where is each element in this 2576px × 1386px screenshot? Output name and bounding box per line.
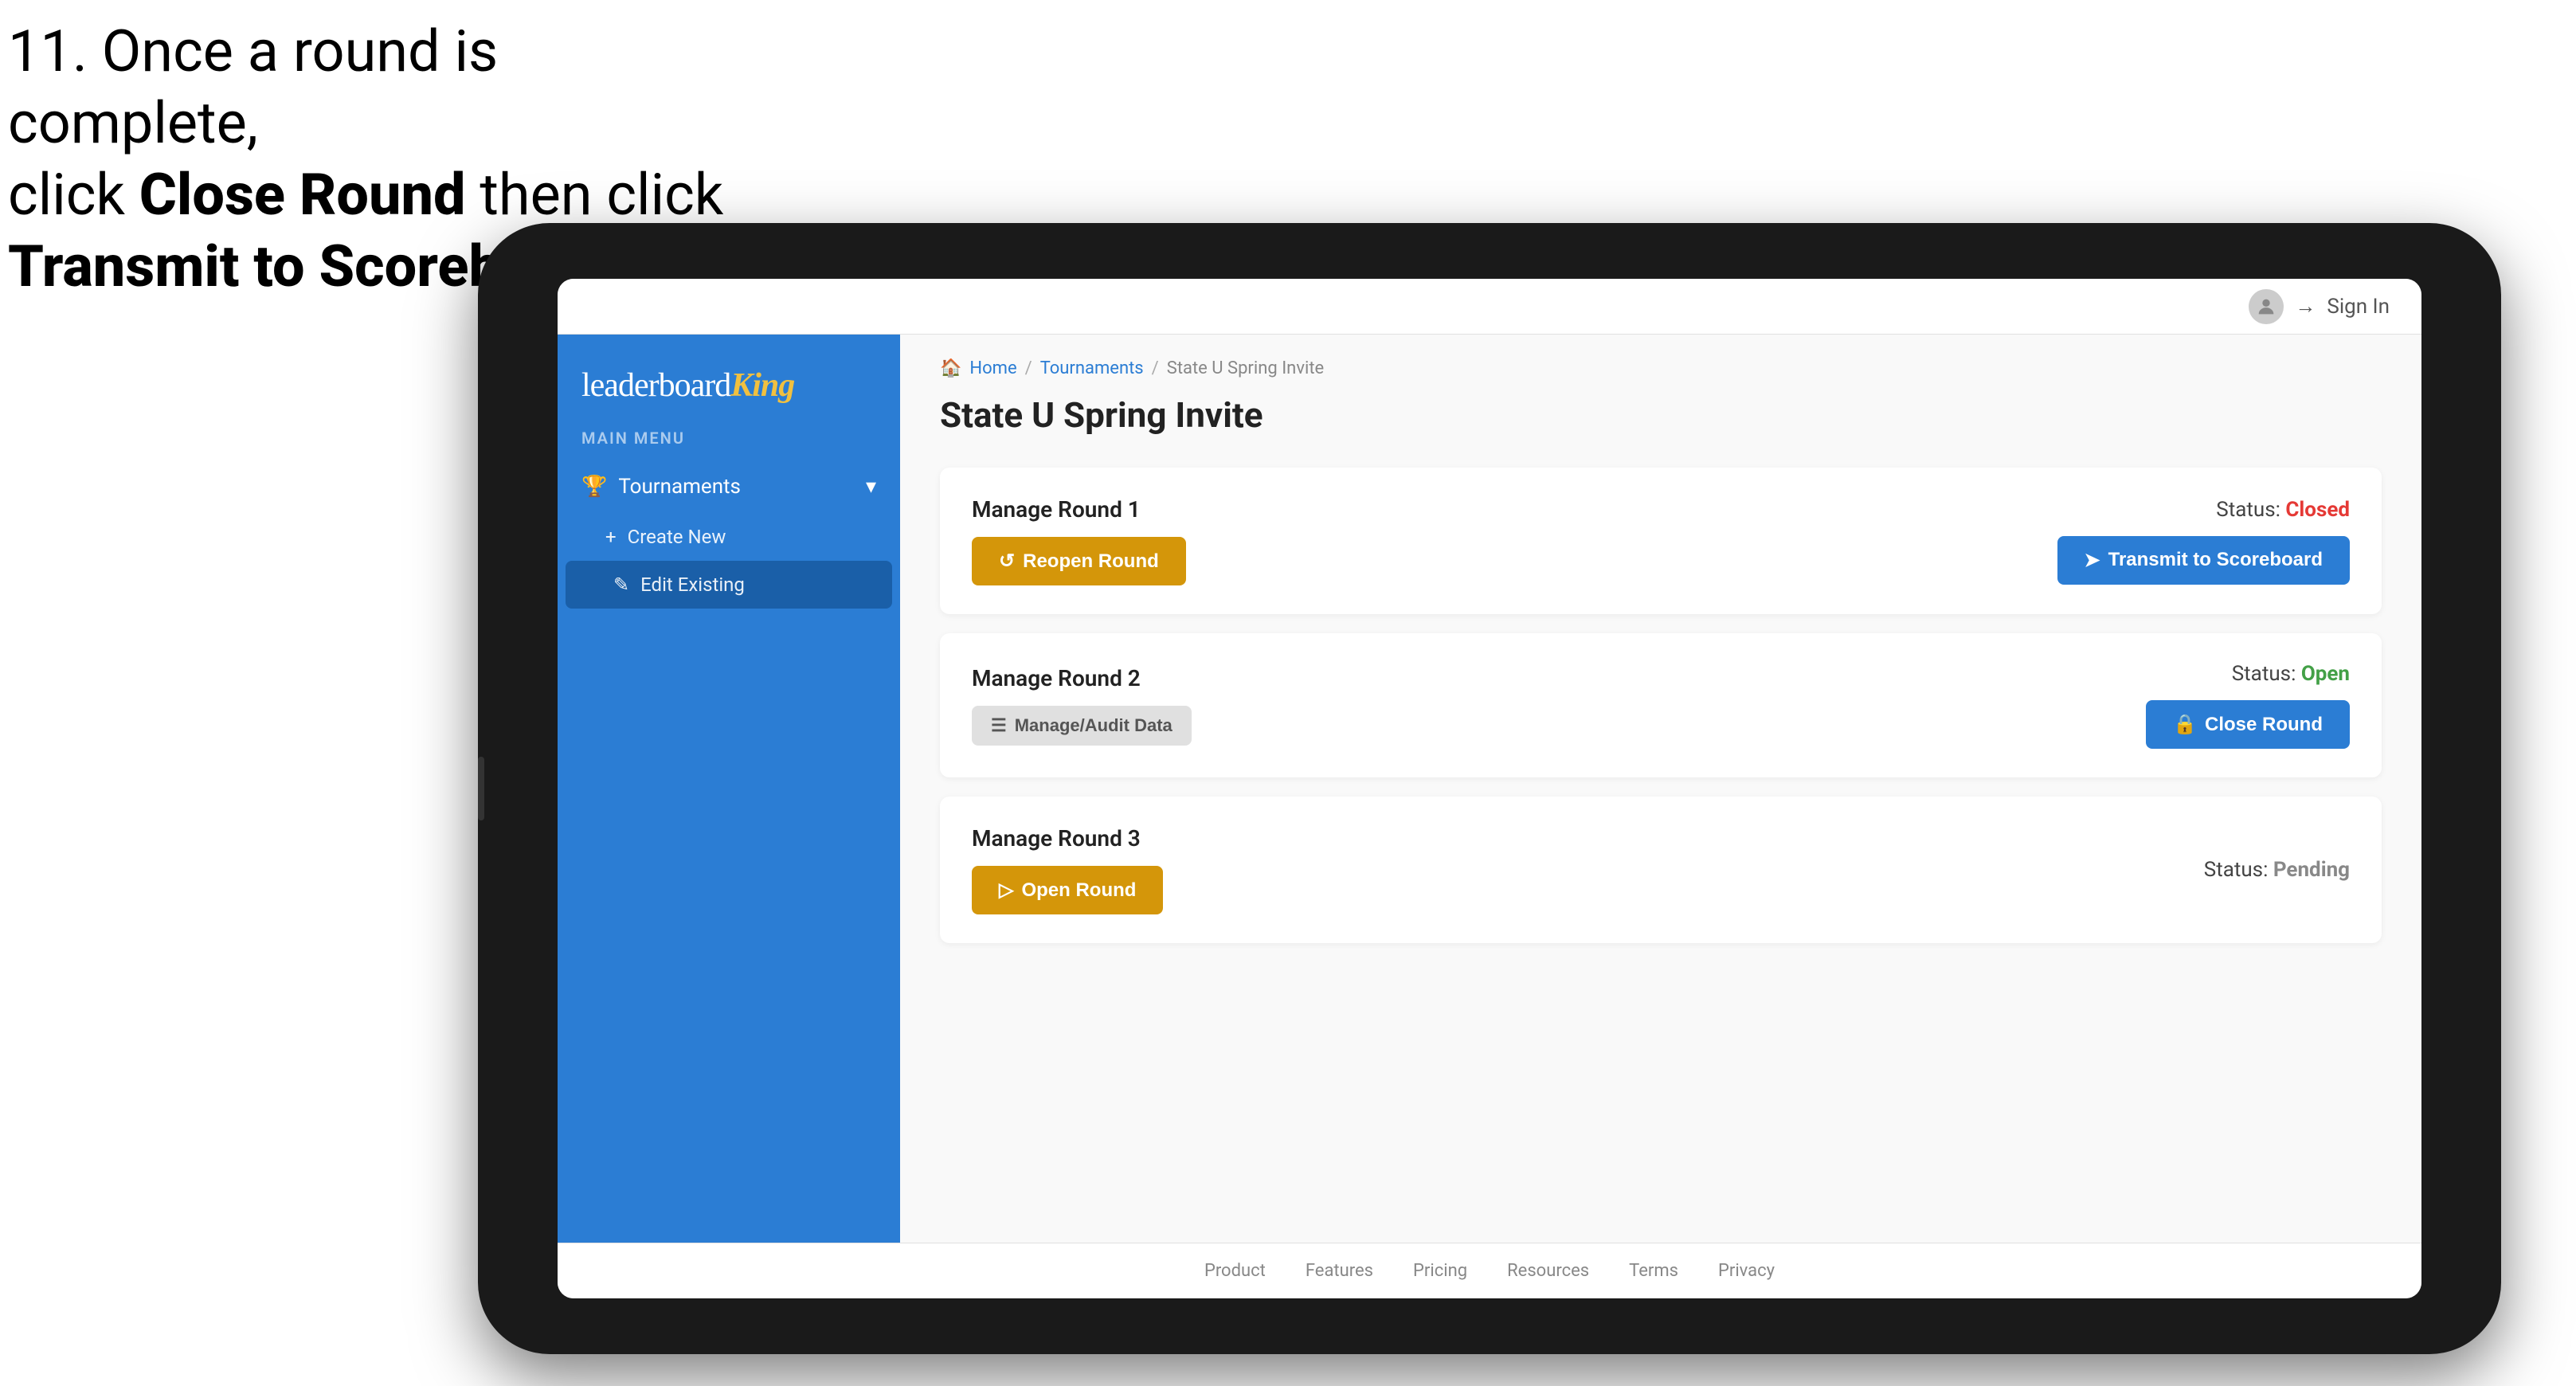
reopen-round-button[interactable]: ↺ Reopen Round xyxy=(972,537,1186,585)
round-1-status-value: Closed xyxy=(2285,498,2350,522)
round-2-left: Manage Round 2 ☰ Manage/Audit Data xyxy=(972,665,1192,746)
open-round-button[interactable]: ▷ Open Round xyxy=(972,866,1163,914)
top-nav: → Sign In xyxy=(558,279,2421,335)
breadcrumb-sep1: / xyxy=(1025,358,1032,378)
footer-features[interactable]: Features xyxy=(1306,1261,1373,1281)
instruction-line1: 11. Once a round is complete, xyxy=(8,18,498,157)
reopen-round-label: Reopen Round xyxy=(1023,550,1159,573)
sidebar-logo: leaderboardKing xyxy=(558,350,900,429)
breadcrumb-current: State U Spring Invite xyxy=(1167,358,1324,378)
manage-audit-label: Manage/Audit Data xyxy=(1015,715,1173,736)
round-2-card: Manage Round 2 ☰ Manage/Audit Data Statu… xyxy=(940,633,2382,777)
plus-icon: + xyxy=(605,526,617,548)
close-icon: 🔒 xyxy=(2173,713,2197,736)
chevron-down-icon: ▾ xyxy=(866,475,876,499)
footer-resources[interactable]: Resources xyxy=(1507,1261,1589,1281)
sidebar: leaderboardKing MAIN MENU 🏆 Tournaments … xyxy=(558,335,900,1243)
main-menu-label: MAIN MENU xyxy=(558,429,900,460)
sign-in-icon: → xyxy=(2295,294,2316,319)
page-content: 🏠 Home / Tournaments / State U Spring In… xyxy=(900,335,2421,1243)
sidebar-item-left: 🏆 Tournaments xyxy=(581,475,741,499)
breadcrumb: 🏠 Home / Tournaments / State U Spring In… xyxy=(940,358,2382,378)
close-round-label: Close Round xyxy=(2205,714,2323,736)
open-icon: ▷ xyxy=(999,879,1013,902)
logo-leaderboard: leaderboard xyxy=(581,367,730,404)
home-icon: 🏠 xyxy=(940,358,961,378)
edit-existing-label: Edit Existing xyxy=(640,574,745,596)
logo-king: King xyxy=(730,367,794,404)
breadcrumb-tournaments[interactable]: Tournaments xyxy=(1040,358,1144,378)
open-round-label: Open Round xyxy=(1021,879,1136,902)
round-3-left: Manage Round 3 ▷ Open Round xyxy=(972,825,1163,914)
edit-icon: ✎ xyxy=(613,574,629,596)
round-1-card: Manage Round 1 ↺ Reopen Round Status: Cl… xyxy=(940,468,2382,614)
sidebar-tournaments-label: Tournaments xyxy=(618,475,741,499)
tablet-device: → Sign In leaderboardKing MAIN MENU 🏆 T xyxy=(478,223,2501,1354)
trophy-icon: 🏆 xyxy=(581,475,607,499)
footer: Product Features Pricing Resources Terms… xyxy=(558,1243,2421,1298)
transmit-icon: ➤ xyxy=(2085,549,2100,572)
reopen-icon: ↺ xyxy=(999,550,1015,573)
footer-pricing[interactable]: Pricing xyxy=(1413,1261,1467,1281)
transmit-to-scoreboard-button[interactable]: ➤ Transmit to Scoreboard xyxy=(2057,536,2351,585)
round-2-status-value: Open xyxy=(2301,662,2350,686)
round-3-title: Manage Round 3 xyxy=(972,825,1163,852)
round-3-right: Status: Pending xyxy=(2204,858,2350,882)
transmit-label: Transmit to Scoreboard xyxy=(2108,549,2323,571)
page-title: State U Spring Invite xyxy=(940,394,2382,436)
round-3-status-value: Pending xyxy=(2273,858,2350,882)
round-2-status: Status: Open xyxy=(2232,662,2350,686)
instruction-close-round: Close Round xyxy=(139,161,466,229)
sign-in-area[interactable]: → Sign In xyxy=(2249,289,2390,324)
round-1-title: Manage Round 1 xyxy=(972,496,1186,523)
round-2-title: Manage Round 2 xyxy=(972,665,1192,691)
round-2-right: Status: Open 🔒 Close Round xyxy=(2146,662,2350,749)
footer-product[interactable]: Product xyxy=(1204,1261,1266,1281)
avatar-icon xyxy=(2249,289,2284,324)
instruction-line2: click Close Round then click xyxy=(8,161,723,229)
sidebar-item-create-new[interactable]: + Create New xyxy=(558,513,900,561)
manage-audit-button[interactable]: ☰ Manage/Audit Data xyxy=(972,706,1192,746)
round-3-card: Manage Round 3 ▷ Open Round Status: Pend… xyxy=(940,797,2382,943)
tablet-screen: → Sign In leaderboardKing MAIN MENU 🏆 T xyxy=(558,279,2421,1298)
close-round-button[interactable]: 🔒 Close Round xyxy=(2146,700,2350,749)
breadcrumb-sep2: / xyxy=(1152,358,1159,378)
tablet-side-button xyxy=(478,757,484,820)
sign-in-label[interactable]: Sign In xyxy=(2327,295,2390,319)
footer-privacy[interactable]: Privacy xyxy=(1718,1261,1775,1281)
main-content: leaderboardKing MAIN MENU 🏆 Tournaments … xyxy=(558,335,2421,1243)
round-1-left: Manage Round 1 ↺ Reopen Round xyxy=(972,496,1186,585)
audit-icon: ☰ xyxy=(991,715,1007,736)
sidebar-item-tournaments[interactable]: 🏆 Tournaments ▾ xyxy=(558,460,900,513)
footer-terms[interactable]: Terms xyxy=(1629,1261,1678,1281)
breadcrumb-home[interactable]: Home xyxy=(969,358,1016,378)
round-1-right: Status: Closed ➤ Transmit to Scoreboard xyxy=(2057,498,2351,585)
round-1-status: Status: Closed xyxy=(2216,498,2350,522)
logo: leaderboardKing xyxy=(581,366,876,405)
round-3-status: Status: Pending xyxy=(2204,858,2350,882)
sidebar-item-edit-existing[interactable]: ✎ Edit Existing xyxy=(566,561,892,609)
create-new-label: Create New xyxy=(628,526,726,548)
